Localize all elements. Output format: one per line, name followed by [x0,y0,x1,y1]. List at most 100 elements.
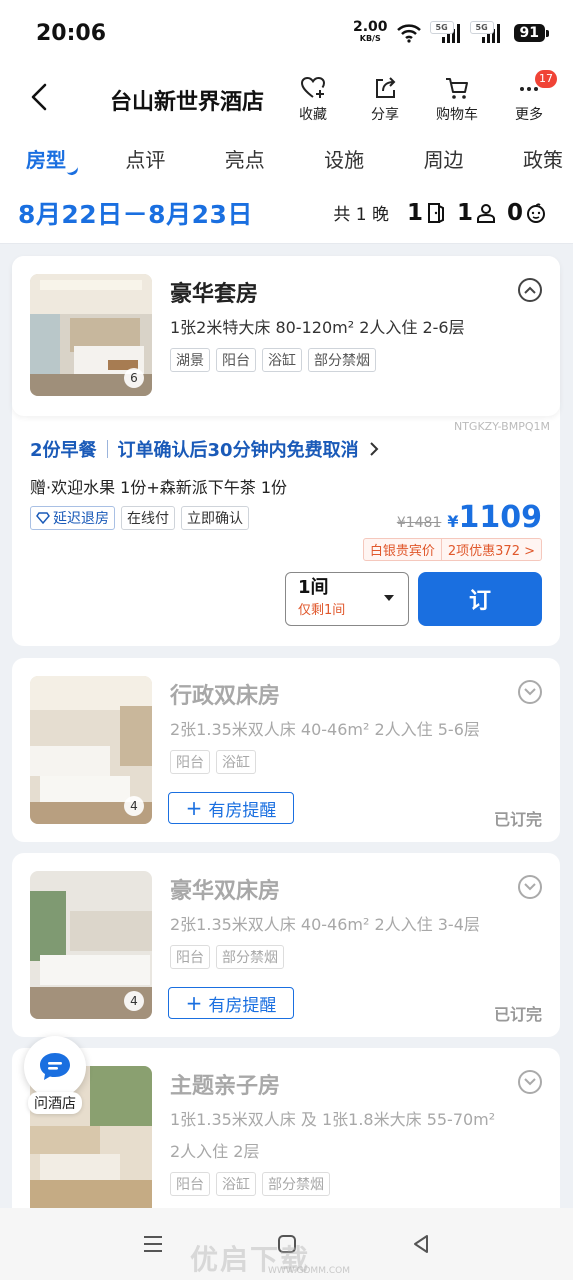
diamond-icon [36,512,50,524]
book-button[interactable]: 订 [418,572,542,626]
expand-button[interactable] [518,875,542,899]
section-tabs: 房型 点评 亮点 设施 周边 政策 [0,134,573,182]
room-quantity-select[interactable]: 1间 仅剩1间 [285,572,409,626]
price-currency: ¥ [447,512,459,531]
tab-nearby[interactable]: 周边 [424,144,464,173]
room-summary[interactable]: 6 豪华套房 1张2米特大床 80-120m² 2人入住 2-6层 湖景 阳台 … [12,256,560,416]
favorite-button[interactable]: 收藏 [287,74,339,124]
room-tag: 部分禁烟 [262,1172,330,1196]
alert-label: 有房提醒 [208,800,277,821]
room-tag: 湖景 [170,348,210,372]
tab-reviews[interactable]: 点评 [125,144,165,173]
room-tag: 部分禁烟 [216,945,284,969]
back-button[interactable] [22,80,56,114]
room-tag: 阳台 [170,1172,210,1196]
chevron-down-icon [524,1078,536,1086]
room-description: 2张1.35米双人床 40-46m² 2人入住 5-6层 [170,720,480,739]
gift-info: 赠·欢迎水果 1份+森新派下午茶 1份 [30,478,288,497]
room-card-family-theme[interactable]: 主题亲子房 1张1.35米双人床 及 1张1.8米大床 55-70m² 2人入住… [12,1048,560,1208]
room-name: 行政双床房 [170,684,281,709]
rate-code: NTGKZY-BMPQ1M [453,420,550,433]
chevron-up-icon [524,286,536,294]
chevron-down-icon [524,688,536,696]
collapse-button[interactable] [518,278,542,302]
room-photo[interactable]: 4 [30,871,152,1019]
tab-room-types[interactable]: 房型 [26,144,66,173]
signal-label: 5G [429,21,454,34]
promo-info[interactable]: 白银贵宾价 2项优惠372 > [362,538,542,561]
children-count: 0 [506,199,523,226]
signal-label-2: 5G [469,21,494,34]
tab-highlights[interactable]: 亮点 [225,144,265,173]
room-description: 1张1.35米双人床 及 1张1.8米大床 55-70m² [170,1110,496,1129]
rate-plan-title[interactable]: 2份早餐 订单确认后30分钟内免费取消 [30,436,379,462]
room-card-deluxe-twin[interactable]: 4 豪华双床房 2张1.35米双人床 40-46m² 2人入住 3-4层 阳台 … [12,853,560,1037]
room-tag: 阳台 [170,945,210,969]
room-description: 2张1.35米双人床 40-46m² 2人入住 3-4层 [170,915,480,934]
plus-icon: + [185,991,203,1015]
discount-label: 2项优惠372 > [440,539,541,560]
notification-badge: 17 [535,70,557,88]
photo-count: 6 [124,368,144,388]
rate-tags: 延迟退房 在线付 立即确认 [30,506,249,530]
more-button[interactable]: 更多 17 [503,70,557,124]
favorite-label: 收藏 [299,107,327,123]
child-icon [527,202,545,223]
tab-facilities[interactable]: 设施 [324,144,364,173]
plus-icon: + [185,796,203,820]
cart-label: 购物车 [436,107,478,123]
dropdown-arrow-icon [384,595,394,601]
room-tags: 阳台 部分禁烟 [170,945,284,969]
room-tag: 浴缸 [216,750,256,774]
back-nav-button[interactable] [409,1232,433,1256]
ask-hotel-button[interactable]: 问酒店 [22,1036,88,1118]
room-name: 主题亲子房 [170,1074,281,1099]
room-card-deluxe-suite[interactable]: 6 豪华套房 1张2米特大床 80-120m² 2人入住 2-6层 湖景 阳台 … [12,256,560,646]
room-occupancy: 2人入住 2层 [170,1142,260,1161]
price-value: 1109 [458,500,543,535]
wifi-icon [396,24,421,43]
quantity-value: 1间 [298,577,329,598]
room-photo[interactable]: 4 [30,676,152,824]
date-guest-bar[interactable]: 8月22日－8月23日 共 1 晚 1 1 0 [0,182,573,244]
sold-out-label: 已订完 [493,1005,542,1024]
adult-icon [476,203,495,223]
room-tag: 阳台 [170,750,210,774]
adults-count: 1 [456,199,473,226]
net-speed-unit: KB/S [359,34,381,43]
header-actions: 收藏 分享 购物车 更多 17 [287,70,557,124]
menu-icon [143,1236,162,1252]
chevron-left-icon [31,83,47,111]
guest-selector[interactable]: 1 1 0 [407,200,555,226]
expand-button[interactable] [518,680,542,704]
rate-tag: 立即确认 [181,506,249,530]
chat-bubble-icon [40,1053,70,1080]
divider [106,440,108,458]
ask-hotel-circle [24,1036,86,1098]
triangle-back-icon [413,1235,428,1253]
expand-button[interactable] [518,1070,542,1094]
alert-label: 有房提醒 [208,995,277,1016]
availability-alert-button[interactable]: + 有房提醒 [168,792,294,824]
cancel-policy: 订单确认后30分钟内免费取消 [117,440,359,461]
photo-count: 4 [124,796,144,816]
availability-alert-button[interactable]: + 有房提醒 [168,987,294,1019]
tab-policies[interactable]: 政策 [523,144,563,173]
room-name: 豪华双床房 [170,879,281,904]
room-card-executive-twin[interactable]: 4 行政双床房 2张1.35米双人床 40-46m² 2人入住 5-6层 阳台 … [12,658,560,842]
battery-icon: 91 [513,24,550,42]
room-tag: 浴缸 [262,348,302,372]
share-button[interactable]: 分享 [359,74,411,124]
room-tag: 部分禁烟 [308,348,376,372]
more-label: 更多 [515,107,543,123]
price-block: ¥1481 ¥1109 [397,500,542,535]
breakfast-info: 2份早餐 [30,440,97,461]
nights-count: 共 1 晚 [333,205,389,225]
sold-out-label: 已订完 [493,810,542,829]
photo-count: 4 [124,991,144,1011]
stay-dates[interactable]: 8月22日－8月23日 [18,195,253,231]
cart-button[interactable]: 购物车 [431,74,483,124]
menu-nav-button[interactable] [141,1232,165,1256]
room-photo[interactable]: 6 [30,274,152,396]
share-icon [376,77,396,98]
